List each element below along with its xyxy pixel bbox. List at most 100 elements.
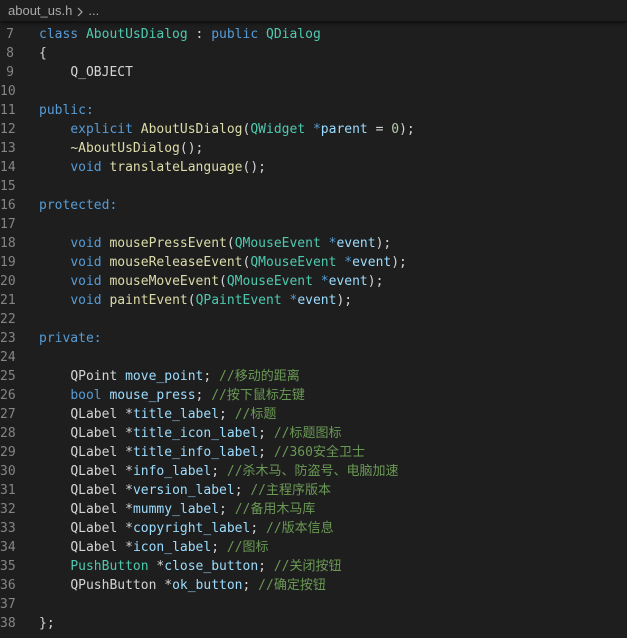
line-text: QLabel *title_icon_label; //标题图标	[39, 424, 341, 443]
code-line[interactable]: 15	[0, 177, 627, 196]
code-token: //主程序版本	[250, 483, 331, 498]
code-token: mouseMoveEvent	[109, 274, 220, 289]
code-line[interactable]: 21 void paintEvent(QPaintEvent *event);	[0, 291, 627, 310]
line-number: 13	[0, 141, 16, 156]
code-token: mouse_press	[109, 388, 196, 403]
code-line[interactable]: 11 public:	[0, 101, 627, 120]
code-token: QWidget	[250, 122, 306, 137]
code-line[interactable]: 24	[0, 348, 627, 367]
code-token: ;	[211, 464, 227, 479]
code-line[interactable]: 8{	[0, 44, 627, 63]
code-token: ();	[179, 141, 204, 156]
code-line[interactable]: 23 private:	[0, 329, 627, 348]
code-token: public	[211, 27, 259, 42]
code-line[interactable]: 29 QLabel *title_info_label; //360安全卫士	[0, 443, 627, 462]
line-number: 35	[0, 559, 16, 574]
line-text: };	[39, 614, 55, 633]
code-line[interactable]: 38};	[0, 614, 627, 633]
code-token: ;	[219, 502, 235, 517]
code-line[interactable]: 35 PushButton *close_button; //关闭按钮	[0, 557, 627, 576]
code-line[interactable]: 16 protected:	[0, 196, 627, 215]
line-number: 15	[0, 179, 16, 194]
code-line[interactable]: 26 bool mouse_press; //按下鼠标左键	[0, 386, 627, 405]
line-text: {	[39, 44, 47, 63]
code-line[interactable]: 19 void mouseReleaseEvent(QMouseEvent *e…	[0, 253, 627, 272]
code-line[interactable]: 31 QLabel *version_label; //主程序版本	[0, 481, 627, 500]
code-token: ();	[242, 160, 266, 175]
code-line[interactable]: 32 QLabel *mummy_label; //备用木马库	[0, 500, 627, 519]
code-line[interactable]: 22	[0, 310, 627, 329]
code-line[interactable]: 25 QPoint move_point; //移动的距离	[0, 367, 627, 386]
code-token: QDialog	[266, 27, 321, 42]
line-number: 31	[0, 483, 16, 498]
code-line[interactable]: 20 void mouseMoveEvent(QMouseEvent *even…	[0, 272, 627, 291]
code-token: QLabel	[70, 426, 118, 441]
code-token: copyright_label	[132, 521, 251, 536]
breadcrumb-file[interactable]: about_us.h	[8, 0, 72, 21]
code-token: info_label	[132, 464, 212, 479]
code-token: //图标	[226, 540, 269, 555]
code-token: QLabel	[70, 407, 118, 422]
code-line[interactable]: 9 Q_OBJECT	[0, 63, 627, 82]
line-number: 16	[0, 198, 16, 213]
code-line[interactable]: 34 QLabel *icon_label; //图标	[0, 538, 627, 557]
code-token: translateLanguage	[109, 160, 243, 175]
line-number: 37	[0, 597, 16, 612]
code-token: QLabel	[70, 540, 118, 555]
code-token: QLabel	[70, 502, 118, 517]
chevron-right-icon	[75, 0, 85, 21]
code-token: QPushButton	[70, 578, 157, 593]
line-number: 29	[0, 445, 16, 460]
code-line[interactable]: 30 QLabel *info_label; //杀木马、防盗号、电脑加速	[0, 462, 627, 481]
code-token: void	[70, 160, 102, 175]
line-number: 34	[0, 540, 16, 555]
code-line[interactable]: 37	[0, 595, 627, 614]
code-token: void	[70, 236, 102, 251]
code-line[interactable]: 33 QLabel *copyright_label; //版本信息	[0, 519, 627, 538]
code-line[interactable]: 36 QPushButton *ok_button; //确定按钮	[0, 576, 627, 595]
code-token: (	[226, 236, 235, 251]
line-text: void paintEvent(QPaintEvent *event);	[39, 291, 352, 310]
code-token: *	[117, 540, 133, 555]
line-text: explicit AboutUsDialog(QWidget *parent =…	[39, 120, 414, 139]
code-editor[interactable]: about_us.h ... 7 class AboutUsDialog : pu…	[0, 0, 627, 638]
code-line[interactable]: 17	[0, 215, 627, 234]
code-line[interactable]: 13 ~AboutUsDialog();	[0, 139, 627, 158]
line-text: public:	[39, 101, 94, 120]
code-token: void	[70, 255, 102, 270]
line-text: void mousePressEvent(QMouseEvent *event)…	[39, 234, 391, 253]
code-line[interactable]: 27 QLabel *title_label; //标题	[0, 405, 627, 424]
code-line[interactable]: 28 QLabel *title_icon_label; //标题图标	[0, 424, 627, 443]
code-token: (	[187, 293, 196, 308]
code-line[interactable]: 14 void translateLanguage();	[0, 158, 627, 177]
line-number: 8	[6, 46, 14, 61]
line-number: 11	[0, 103, 16, 118]
line-text: QLabel *version_label; //主程序版本	[39, 481, 331, 500]
code-line[interactable]: 18 void mousePressEvent(QMouseEvent *eve…	[0, 234, 627, 253]
code-token: ;	[211, 540, 227, 555]
code-line[interactable]: 7 class AboutUsDialog : public QDialog	[0, 25, 627, 44]
code-token: QLabel	[70, 445, 118, 460]
code-token: QMouseEvent	[226, 274, 313, 289]
line-number: 12	[0, 122, 16, 137]
code-token: close_button	[164, 559, 259, 574]
code-line[interactable]: 10	[0, 82, 627, 101]
breadcrumb-symbol[interactable]: ...	[88, 0, 99, 21]
line-number: 26	[0, 388, 16, 403]
code-token: *	[117, 483, 133, 498]
line-number: 9	[6, 65, 14, 80]
code-token: event	[352, 255, 392, 270]
code-line[interactable]: 12 explicit AboutUsDialog(QWidget *paren…	[0, 120, 627, 139]
code-area[interactable]: 7 class AboutUsDialog : public QDialog 8{9…	[0, 25, 627, 633]
